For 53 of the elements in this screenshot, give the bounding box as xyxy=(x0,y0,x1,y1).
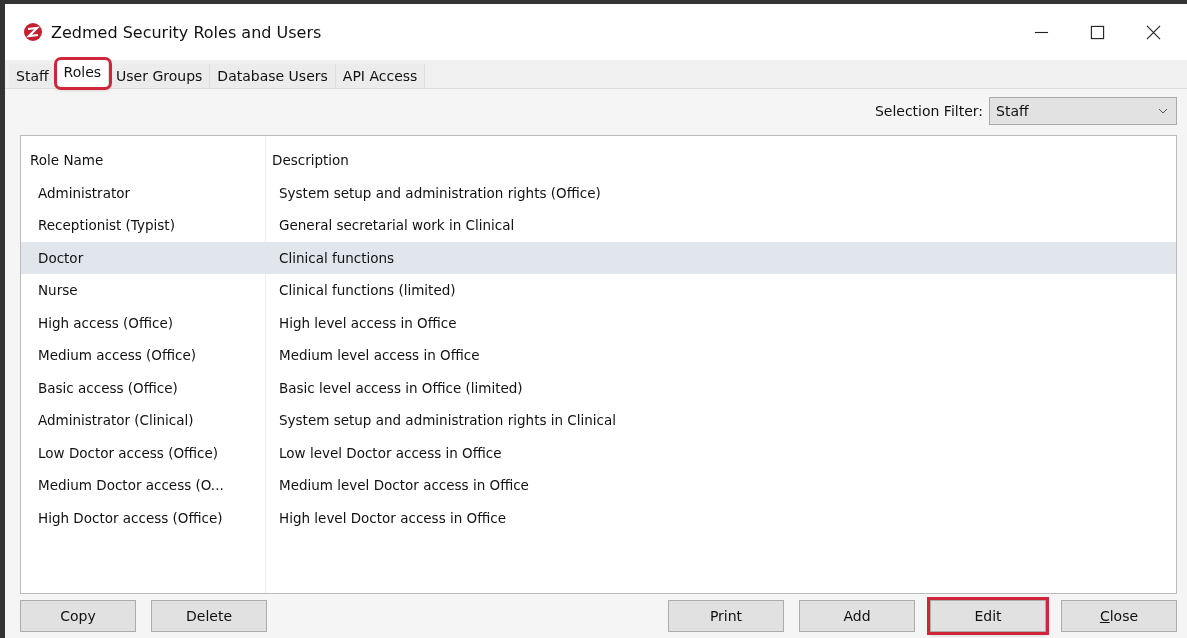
action-button[interactable]: Close xyxy=(1061,600,1177,632)
action-button[interactable]: Edit xyxy=(930,600,1046,632)
action-button[interactable]: Print xyxy=(668,600,784,632)
table-row[interactable]: Low Doctor access (Office) Low level Doctor access in Office xyxy=(21,436,1176,469)
window-title: Zedmed Security Roles and Users xyxy=(51,22,322,42)
tab[interactable]: Roles xyxy=(56,60,110,87)
table-cell-text: Clinical functions xyxy=(278,249,395,266)
table-cell-text: High access (Office) xyxy=(37,314,175,331)
tab[interactable]: Database Users xyxy=(210,64,336,88)
table-cell-text: Medium level Doctor access in Office xyxy=(278,477,529,494)
app-logo-icon xyxy=(23,22,43,42)
maximize-icon[interactable] xyxy=(1090,24,1105,40)
table-cell-text: Doctor xyxy=(37,249,85,266)
table-cell-text: Nurse xyxy=(37,282,79,299)
filter-label: Selection Filter: xyxy=(874,103,983,119)
action-button[interactable]: Copy xyxy=(20,600,136,632)
table-row[interactable]: Administrator System setup and administration rights (Office) xyxy=(21,176,1176,209)
tab[interactable]: Staff xyxy=(9,64,57,88)
table-row[interactable]: High access (Office) High level access in Office xyxy=(21,306,1176,339)
table-cell-text: Medium level access in Office xyxy=(278,347,480,364)
table-cell-text: Low Doctor access (Office) xyxy=(37,444,220,461)
table-row[interactable]: Medium access (Office) Medium level access in Office xyxy=(21,339,1176,372)
table-cell-text: Administrator (Clinical) xyxy=(37,412,195,429)
table-row[interactable]: Nurse Clinical functions (limited) xyxy=(21,274,1176,307)
table-cell-text: Low level Doctor access in Office xyxy=(278,444,502,461)
table-cell-text: Basic access (Office) xyxy=(37,379,179,396)
table-cell-text: Clinical functions (limited) xyxy=(278,282,456,299)
table-row[interactable]: Doctor Clinical functions xyxy=(21,241,1176,274)
chevron-down-icon xyxy=(1158,108,1168,114)
table-cell-text: General secretarial work in Clinical xyxy=(278,217,515,234)
table-cell-text: High level access in Office xyxy=(278,314,457,331)
table-cell-text: Medium access (Office) xyxy=(37,347,197,364)
column-header[interactable]: Description xyxy=(265,152,349,169)
table-cell-text: High level Doctor access in Office xyxy=(278,509,506,526)
tab[interactable]: User Groups xyxy=(109,64,211,88)
table-cell-text: Medium Doctor access (O... xyxy=(37,477,225,494)
tab[interactable]: API Access xyxy=(335,64,426,88)
table-row[interactable]: Basic access (Office) Basic level access in Office (limited) xyxy=(21,371,1176,404)
table-cell-text: System setup and administration rights in Clinical xyxy=(278,412,617,429)
table-cell-text: System setup and administration rights (Office) xyxy=(278,184,601,201)
close-icon[interactable] xyxy=(1146,24,1161,40)
action-button[interactable]: Delete xyxy=(151,600,267,632)
table-cell-text: High Doctor access (Office) xyxy=(37,509,224,526)
table-row[interactable]: Administrator (Clinical) System setup and administration rights in Clinical xyxy=(21,404,1176,437)
table-cell-text: Basic level access in Office (limited) xyxy=(278,379,523,396)
selection-filter-dropdown[interactable]: Staff xyxy=(989,97,1177,125)
table-row[interactable]: Medium Doctor access (O... Medium level Doctor access in Office xyxy=(21,469,1176,502)
action-button[interactable]: Add xyxy=(799,600,915,632)
table-row[interactable]: Receptionist (Typist) General secretarial work in Clinical xyxy=(21,209,1176,242)
table-cell-text: Administrator xyxy=(37,184,132,201)
table-cell-text: Receptionist (Typist) xyxy=(37,217,176,234)
column-header[interactable]: Role Name xyxy=(21,152,265,169)
table-row[interactable]: High Doctor access (Office) High level Doctor access in Office xyxy=(21,501,1176,534)
